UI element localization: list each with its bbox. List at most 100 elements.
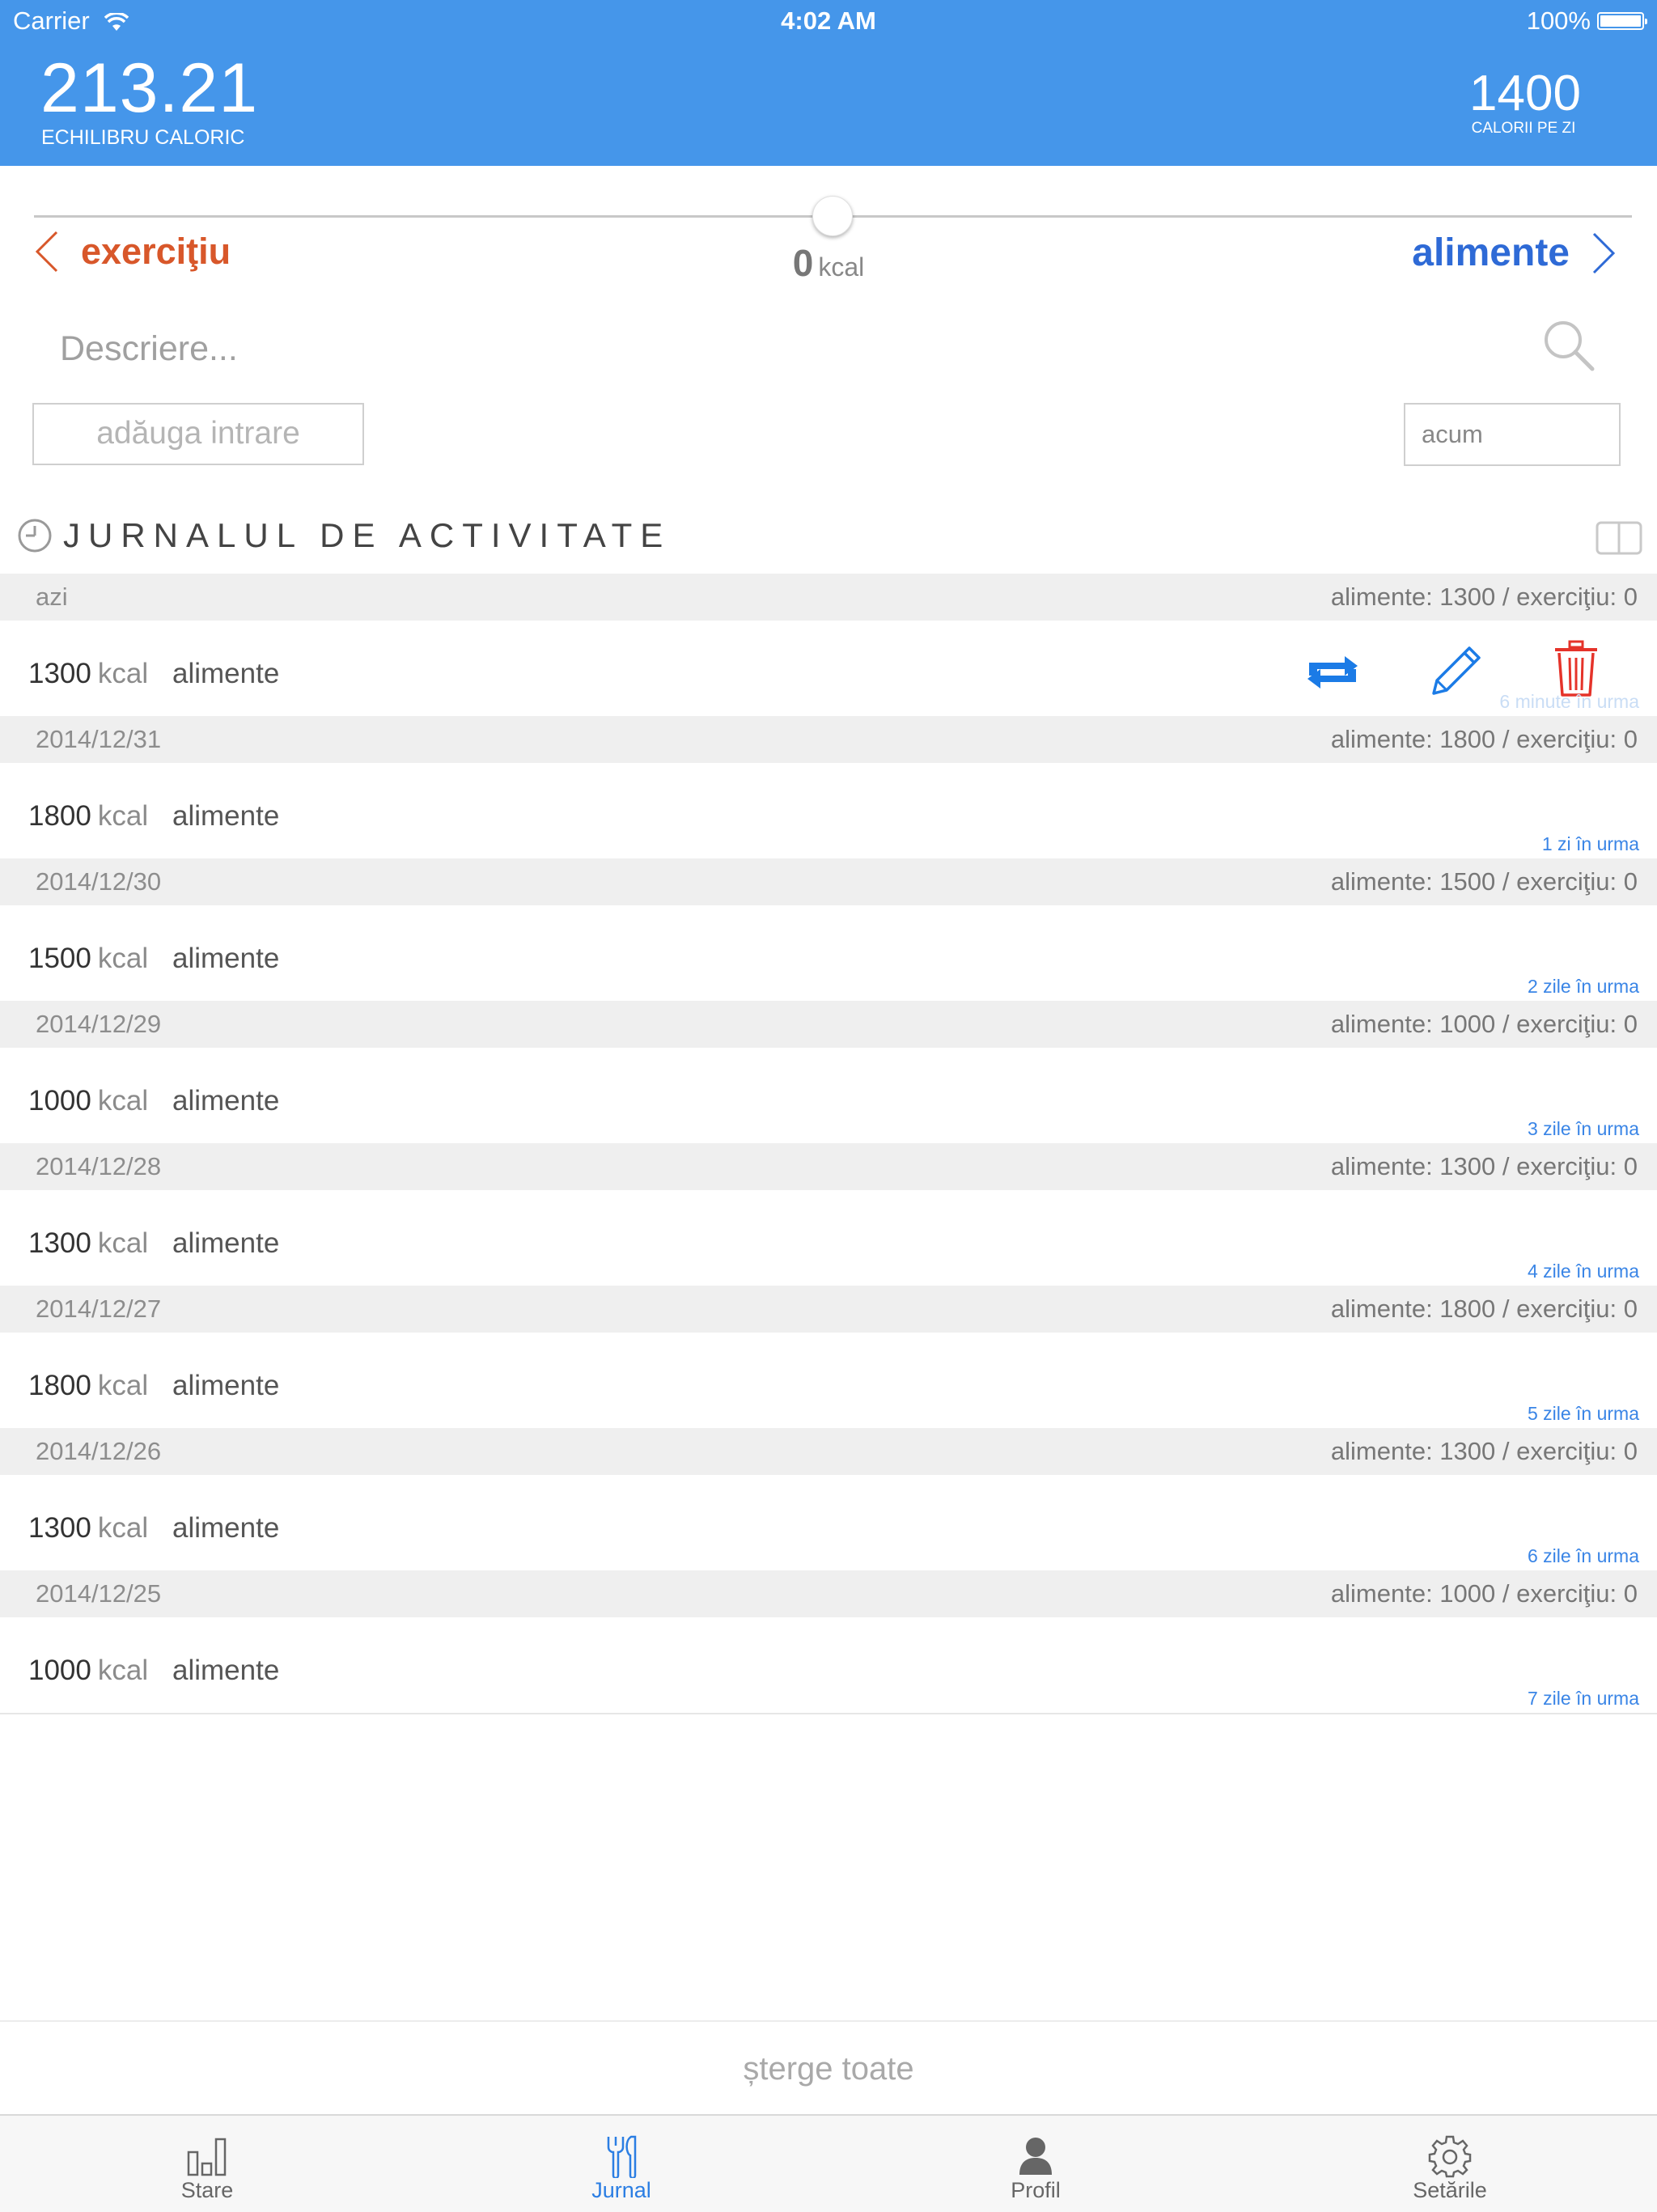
log-entry[interactable]: 1300 kcal alimente 6 zile în urma <box>0 1475 1657 1570</box>
caloric-balance-label: ECHILIBRU CALORIC <box>41 126 245 149</box>
day-header: 2014/12/26 alimente: 1300 / exerciţiu: 0 <box>0 1428 1657 1475</box>
chevron-right-icon <box>1592 232 1616 273</box>
entry-kcal-value: 1000 <box>28 1085 91 1117</box>
gear-icon <box>1428 2135 1472 2177</box>
search-icon[interactable] <box>1542 319 1596 372</box>
day-date: 2014/12/31 <box>36 725 162 753</box>
tab-label: Setările <box>1413 2178 1487 2202</box>
entry-kcal-unit: kcal <box>97 1085 149 1117</box>
entry-kcal-unit: kcal <box>97 1370 149 1401</box>
entry-kcal-value: 1300 <box>28 1227 91 1259</box>
bar-chart-icon <box>187 2138 227 2176</box>
status-battery: 100% <box>1526 6 1647 36</box>
day-date: 2014/12/26 <box>36 1437 162 1465</box>
entry-time-ago: 4 zile în urma <box>1527 1261 1639 1282</box>
split-view-icon[interactable] <box>1596 521 1642 555</box>
entry-kcal-value: 1800 <box>28 800 91 832</box>
clear-all-button[interactable]: șterge toate <box>0 2020 1657 2116</box>
log-entry[interactable]: 1000 kcal alimente 3 zile în urma <box>0 1048 1657 1143</box>
entry-time-ago: 1 zi în urma <box>1541 833 1639 854</box>
entry-category: alimente <box>172 1512 280 1544</box>
entry-category: alimente <box>172 1370 280 1401</box>
log-entry[interactable]: 1300 kcal alimente 4 zile în urma <box>0 1190 1657 1286</box>
log-entry[interactable]: 1800 kcal alimente 5 zile în urma <box>0 1333 1657 1428</box>
entry-kcal: 1000 kcal <box>28 1085 148 1117</box>
log-entry[interactable]: 1000 kcal alimente 7 zile în urma <box>0 1617 1657 1713</box>
trash-icon[interactable] <box>1552 640 1600 698</box>
entry-kcal-value: 1300 <box>28 1512 91 1544</box>
entry-kcal-value: 1500 <box>28 943 91 974</box>
entry-kcal-value: 1000 <box>28 1655 91 1686</box>
day-header: 2014/12/27 alimente: 1800 / exerciţiu: 0 <box>0 1286 1657 1333</box>
day-header: 2014/12/28 alimente: 1300 / exerciţiu: 0 <box>0 1143 1657 1190</box>
kcal-unit: kcal <box>818 252 865 282</box>
log-entry[interactable]: 1500 kcal alimente 2 zile în urma <box>0 905 1657 1001</box>
activity-log-header: JURNALUL DE ACTIVITATE <box>16 516 671 555</box>
day-summary: alimente: 1000 / exerciţiu: 0 <box>1330 1010 1638 1038</box>
log-entry[interactable]: 1300 kcal alimente 6 minute în urma <box>0 621 1657 716</box>
food-label: alimente <box>1412 231 1570 274</box>
list-divider <box>0 1713 1657 1714</box>
battery-label: 100% <box>1526 6 1591 35</box>
log-entry[interactable]: 1800 kcal alimente 1 zi în urma <box>0 763 1657 858</box>
add-entry-button[interactable]: adăuga intrare <box>32 403 364 465</box>
entry-category: alimente <box>172 1227 280 1259</box>
day-date: 2014/12/30 <box>36 867 162 896</box>
repeat-icon[interactable] <box>1303 651 1362 693</box>
entry-kcal: 1800 kcal <box>28 1370 148 1402</box>
tab-label: Jurnal <box>591 2178 651 2202</box>
tab-setarile[interactable]: Setările <box>1243 2116 1657 2212</box>
day-summary: alimente: 1000 / exerciţiu: 0 <box>1330 1579 1638 1608</box>
entry-kcal-unit: kcal <box>97 1655 149 1686</box>
food-selector[interactable]: alimente <box>1412 231 1618 275</box>
entry-kcal-unit: kcal <box>97 943 149 974</box>
day-date: 2014/12/28 <box>36 1152 162 1180</box>
day-summary: alimente: 1800 / exerciţiu: 0 <box>1330 725 1638 753</box>
day-header: azi alimente: 1300 / exerciţiu: 0 <box>0 574 1657 621</box>
fork-knife-icon <box>607 2135 637 2178</box>
day-date: azi <box>36 583 68 611</box>
entry-kcal-value: 1800 <box>28 1370 91 1401</box>
day-summary: alimente: 1300 / exerciţiu: 0 <box>1330 583 1638 611</box>
entry-kcal: 1300 kcal <box>28 658 148 690</box>
entry-category: alimente <box>172 1085 280 1117</box>
status-time: 4:02 AM <box>781 6 876 35</box>
description-input[interactable] <box>58 322 1437 375</box>
day-header: 2014/12/29 alimente: 1000 / exerciţiu: 0 <box>0 1001 1657 1048</box>
edit-pencil-icon[interactable] <box>1426 640 1487 701</box>
entry-time-ago: 6 minute în urma <box>1499 691 1639 712</box>
entry-kcal: 1300 kcal <box>28 1227 148 1260</box>
day-date: 2014/12/29 <box>36 1010 162 1038</box>
kcal-readout: 0 kcal <box>0 241 1657 285</box>
entry-time-ago: 5 zile în urma <box>1527 1403 1639 1424</box>
day-header: 2014/12/30 alimente: 1500 / exerciţiu: 0 <box>0 858 1657 905</box>
tab-jurnal[interactable]: Jurnal <box>414 2116 828 2212</box>
entry-category: alimente <box>172 658 280 689</box>
day-header: 2014/12/31 alimente: 1800 / exerciţiu: 0 <box>0 716 1657 763</box>
entry-time-ago: 3 zile în urma <box>1527 1118 1639 1139</box>
entry-category: alimente <box>172 1655 280 1686</box>
entry-kcal: 1500 kcal <box>28 943 148 975</box>
kcal-slider-thumb[interactable] <box>812 196 853 236</box>
header-bar: Carrier 4:02 AM 100% 213.21 ECHILIBRU CA… <box>0 0 1657 166</box>
entry-category: alimente <box>172 943 280 974</box>
tab-stare[interactable]: Stare <box>0 2116 414 2212</box>
day-date: 2014/12/27 <box>36 1295 162 1323</box>
entry-time-ago: 2 zile în urma <box>1527 976 1639 997</box>
entry-kcal-value: 1300 <box>28 658 91 689</box>
entry-category: alimente <box>172 800 280 832</box>
day-summary: alimente: 1800 / exerciţiu: 0 <box>1330 1295 1638 1323</box>
person-icon <box>1019 2137 1052 2175</box>
tab-bar: Stare Jurnal Profil Setările <box>0 2114 1657 2212</box>
entry-kcal: 1800 kcal <box>28 800 148 833</box>
battery-icon <box>1597 12 1647 30</box>
tab-label: Profil <box>1011 2178 1061 2202</box>
entry-time-ago: 7 zile în urma <box>1527 1688 1639 1709</box>
tab-profil[interactable]: Profil <box>828 2116 1243 2212</box>
entry-kcal-unit: kcal <box>97 1512 149 1544</box>
daily-calories-label: CALORII PE ZI <box>1471 120 1576 137</box>
daily-calories-value[interactable]: 1400 <box>1460 65 1590 122</box>
caloric-balance-value: 213.21 <box>40 49 259 127</box>
activity-log-title: JURNALUL DE ACTIVITATE <box>63 516 672 554</box>
time-field[interactable]: acum <box>1404 403 1621 466</box>
